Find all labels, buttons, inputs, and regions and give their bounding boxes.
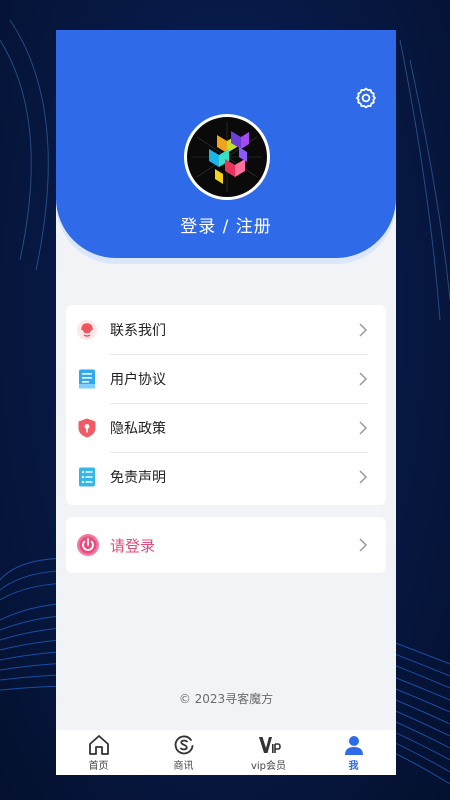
gear-icon [356, 87, 376, 109]
settings-button[interactable] [354, 86, 378, 110]
login-card: 请登录 [66, 517, 386, 573]
profile-header: 登录 / 注册 [56, 30, 396, 258]
tab-label: vip会员 [250, 761, 287, 772]
menu-card: 联系我们 用户协议 隐私政策 免责声明 [66, 305, 386, 505]
app-logo-icon [192, 122, 262, 192]
tab-news[interactable]: 商讯 [141, 730, 226, 775]
user-icon [344, 736, 363, 755]
tab-label: 我 [348, 761, 359, 772]
bottom-tab-bar: 首页 商讯 vip会员 我 [56, 730, 396, 775]
tab-me[interactable]: 我 [311, 730, 396, 775]
news-icon [174, 735, 193, 755]
copyright-text: © 2023寻客魔方 [178, 692, 274, 706]
vip-icon [258, 737, 281, 753]
tab-home[interactable]: 首页 [56, 730, 141, 775]
shield-lock-icon [78, 418, 96, 437]
list-icon [79, 467, 95, 486]
chevron-right-icon [359, 538, 368, 552]
document-icon [79, 369, 95, 388]
menu-item-label: 用户协议 [110, 371, 166, 388]
login-button[interactable]: 请登录 [66, 517, 386, 573]
menu-item-label: 免责声明 [110, 469, 166, 486]
customer-service-icon [77, 319, 97, 340]
home-icon [88, 735, 109, 755]
chevron-right-icon [359, 371, 368, 386]
power-icon [77, 534, 99, 556]
tab-label: 首页 [88, 761, 109, 772]
menu-item-label: 隐私政策 [110, 420, 166, 437]
menu-item-user-agreement[interactable]: 用户协议 [66, 354, 386, 403]
menu-item-privacy-policy[interactable]: 隐私政策 [66, 403, 386, 452]
chevron-right-icon [359, 322, 368, 337]
phone-screen: 登录 / 注册 联系我们 用户协议 隐私政策 免责声明 请登录 © 2023寻客… [56, 30, 396, 775]
menu-item-contact-us[interactable]: 联系我们 [66, 305, 386, 354]
chevron-right-icon [359, 420, 368, 435]
login-register-link[interactable]: 登录 / 注册 [56, 212, 396, 237]
menu-item-disclaimer[interactable]: 免责声明 [66, 452, 386, 501]
menu-item-label: 联系我们 [110, 322, 166, 339]
chevron-right-icon [359, 469, 368, 484]
avatar[interactable] [184, 114, 270, 200]
tab-vip[interactable]: vip会员 [226, 730, 311, 775]
tab-label: 商讯 [173, 761, 194, 772]
login-label: 请登录 [110, 536, 156, 555]
